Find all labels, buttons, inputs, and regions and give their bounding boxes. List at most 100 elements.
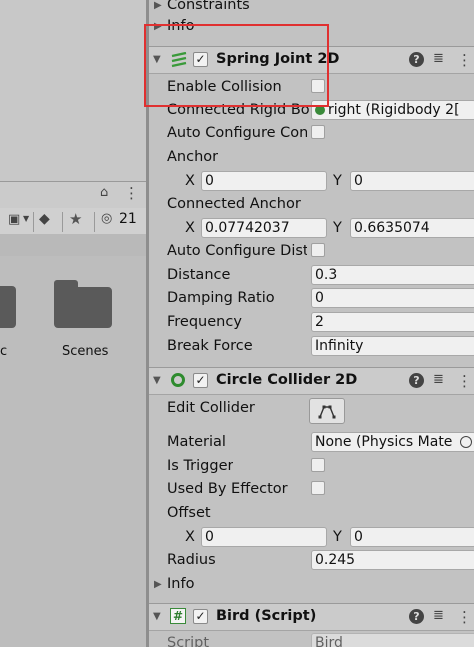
x-label: X (185, 220, 195, 236)
preset-sliders-icon[interactable]: ≣ (433, 608, 444, 623)
edit-collider-label: Edit Collider (167, 400, 255, 416)
preset-sliders-icon[interactable]: ≣ (433, 372, 444, 387)
damping-ratio-label: Damping Ratio (167, 290, 275, 306)
connected-anchor-x-field[interactable]: 0.07742037 (201, 218, 327, 238)
kebab-menu-icon[interactable]: ⋮ (124, 184, 139, 202)
lock-icon[interactable]: ⌂ (100, 185, 108, 200)
x-label: X (185, 173, 195, 189)
favorite-star-icon[interactable]: ★ (69, 210, 82, 228)
auto-configure-connected-checkbox[interactable] (311, 125, 325, 139)
used-by-effector-checkbox[interactable] (311, 481, 325, 495)
auto-configure-connected-row: Auto Configure Conn (149, 122, 474, 145)
connected-anchor-row: Connected Anchor (149, 193, 474, 216)
is-trigger-checkbox[interactable] (311, 458, 325, 472)
enable-collision-checkbox[interactable] (311, 79, 325, 93)
auto-configure-distance-row: Auto Configure Dista (149, 240, 474, 263)
frequency-label: Frequency (167, 314, 242, 330)
break-force-field[interactable]: Infinity (311, 336, 474, 356)
offset-xy-row: X 0 Y 0 (149, 526, 474, 549)
info-foldout-top[interactable]: ▶ Info (149, 15, 474, 38)
damping-ratio-field[interactable]: 0 (311, 288, 474, 308)
project-header-bar: ⌂ ⋮ (0, 181, 146, 209)
help-icon[interactable]: ? (409, 609, 424, 624)
script-row: Script Bird (149, 632, 474, 647)
material-field[interactable]: None (Physics Mate (311, 432, 474, 452)
foldout-arrow-icon[interactable]: ▼ (153, 375, 161, 386)
spring-joint-icon (171, 51, 187, 68)
connected-anchor-y-field[interactable]: 0.6635074 (350, 218, 474, 238)
offset-y-field[interactable]: 0 (350, 527, 474, 547)
radius-label: Radius (167, 552, 216, 568)
hidden-eye-icon[interactable]: ◎ (101, 211, 112, 226)
edit-shape-icon (318, 405, 336, 419)
project-toolbar: ▣ ▼ ◆ ★ ◎ 21 (0, 208, 146, 235)
spring-joint-title: Spring Joint 2D (216, 51, 340, 67)
preset-sliders-icon[interactable]: ≣ (433, 51, 444, 66)
anchor-x-field[interactable]: 0 (201, 171, 327, 191)
anchor-row: Anchor (149, 146, 474, 169)
project-breadcrumb-bar (0, 234, 146, 256)
connected-rigid-body-field[interactable]: right (Rigidbody 2[ (311, 100, 474, 120)
collider-info-foldout[interactable]: ▶ Info (149, 573, 474, 596)
y-label: Y (333, 173, 342, 189)
folder-icon[interactable] (0, 286, 16, 328)
object-picker-icon[interactable] (460, 436, 472, 448)
auto-configure-connected-label: Auto Configure Conn (167, 125, 307, 141)
bird-script-header[interactable]: ▼ # ✓ Bird (Script) ? ≣ ⋮ (149, 603, 474, 631)
project-file-grid: c Scenes (0, 256, 146, 647)
anchor-y-field[interactable]: 0 (350, 171, 474, 191)
label-tag-icon[interactable]: ◆ (39, 211, 50, 227)
damping-ratio-row: Damping Ratio 0 (149, 287, 474, 310)
help-icon[interactable]: ? (409, 373, 424, 388)
edit-collider-row: Edit Collider (149, 397, 474, 427)
break-force-row: Break Force Infinity (149, 335, 474, 358)
script-field: Bird (311, 633, 474, 647)
foldout-arrow-icon[interactable]: ▼ (153, 54, 161, 65)
kebab-menu-icon[interactable]: ⋮ (457, 51, 472, 69)
is-trigger-row: Is Trigger (149, 455, 474, 478)
auto-configure-distance-checkbox[interactable] (311, 243, 325, 257)
radius-row: Radius 0.245 (149, 549, 474, 572)
project-upper-area (0, 0, 146, 182)
dropdown-arrow-icon[interactable]: ▼ (23, 214, 29, 223)
material-label: Material (167, 434, 226, 450)
asset-type-icon[interactable]: ▣ (8, 212, 20, 227)
file-label: Scenes (62, 344, 109, 359)
offset-label: Offset (167, 505, 211, 521)
circle-collider-header[interactable]: ▼ ✓ Circle Collider 2D ? ≣ ⋮ (149, 367, 474, 395)
enable-collision-row: Enable Collision (149, 76, 474, 99)
edit-collider-button[interactable] (309, 398, 345, 424)
foldout-arrow-icon[interactable]: ▼ (153, 611, 161, 622)
spring-joint-enable-checkbox[interactable]: ✓ (193, 52, 208, 67)
collider-info-label: Info (167, 576, 195, 592)
kebab-menu-icon[interactable]: ⋮ (457, 608, 472, 626)
x-label: X (185, 529, 195, 545)
used-by-effector-label: Used By Effector (167, 481, 288, 497)
help-icon[interactable]: ? (409, 52, 424, 67)
foldout-arrow-icon: ▶ (154, 0, 162, 11)
is-trigger-label: Is Trigger (167, 458, 234, 474)
radius-field[interactable]: 0.245 (311, 550, 474, 570)
anchor-xy-row: X 0 Y 0 (149, 170, 474, 193)
spring-joint-header[interactable]: ▼ ✓ Spring Joint 2D ? ≣ ⋮ (149, 46, 474, 74)
frequency-row: Frequency 2 (149, 311, 474, 334)
bird-script-enable-checkbox[interactable]: ✓ (193, 609, 208, 624)
offset-x-field[interactable]: 0 (201, 527, 327, 547)
bird-script-title: Bird (Script) (216, 608, 317, 624)
inspector-panel: ▶ Constraints ▶ Info ▼ ✓ Spring Joint 2D… (149, 0, 474, 647)
kebab-menu-icon[interactable]: ⋮ (457, 372, 472, 390)
offset-row: Offset (149, 502, 474, 525)
foldout-arrow-icon: ▶ (154, 579, 162, 590)
distance-label: Distance (167, 267, 231, 283)
frequency-field[interactable]: 2 (311, 312, 474, 332)
distance-row: Distance 0.3 (149, 264, 474, 287)
folder-icon[interactable] (54, 280, 112, 328)
circle-collider-enable-checkbox[interactable]: ✓ (193, 373, 208, 388)
rigidbody-object-icon (315, 105, 325, 115)
enable-collision-label: Enable Collision (167, 79, 282, 95)
constraints-label: Constraints (167, 0, 250, 13)
connected-rigid-body-row: Connected Rigid Bo right (Rigidbody 2[ (149, 99, 474, 122)
distance-field[interactable]: 0.3 (311, 265, 474, 285)
script-label: Script (167, 635, 210, 647)
file-label: c (0, 344, 8, 359)
